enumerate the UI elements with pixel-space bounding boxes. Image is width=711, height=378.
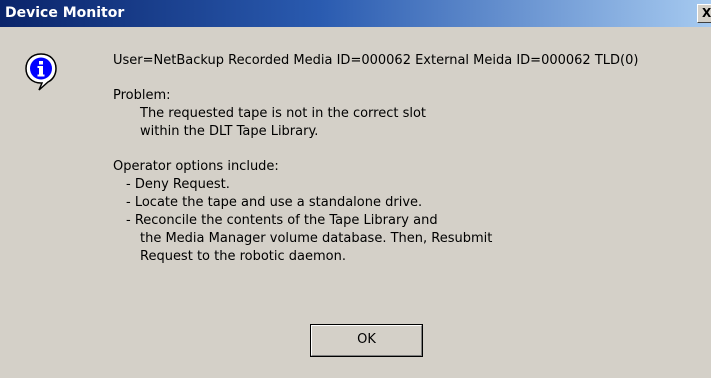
title-bar[interactable]: Device Monitor X — [0, 0, 711, 27]
ok-button[interactable]: OK — [310, 324, 423, 357]
problem-label: Problem: — [113, 88, 171, 103]
option-item-continued: Request to the robotic daemon. — [140, 249, 347, 264]
problem-line: within the DLT Tape Library. — [140, 124, 319, 139]
option-item: - Reconcile the contents of the Tape Lib… — [126, 213, 438, 228]
info-icon — [25, 53, 57, 91]
option-item: - Deny Request. — [126, 177, 230, 192]
ok-button-label: OK — [357, 332, 376, 347]
request-details: User=NetBackup Recorded Media ID=000062 … — [113, 53, 639, 68]
options-label: Operator options include: — [113, 159, 279, 174]
option-item: - Locate the tape and use a standalone d… — [126, 195, 423, 210]
option-item-continued: the Media Manager volume database. Then,… — [140, 231, 493, 246]
window-title: Device Monitor — [5, 5, 125, 21]
problem-line: The requested tape is not in the correct… — [140, 106, 427, 121]
device-monitor-dialog: Device Monitor X User=NetBackup Recorded… — [0, 0, 711, 378]
close-button[interactable]: X — [697, 4, 711, 23]
message-body: User=NetBackup Recorded Media ID=000062 … — [113, 52, 711, 266]
